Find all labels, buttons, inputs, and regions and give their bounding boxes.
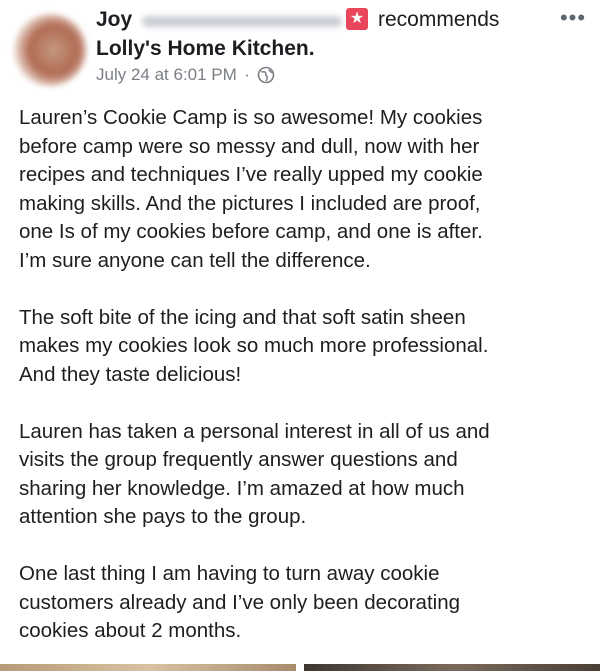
recommendation-post: Joy ★ recommends ••• Lolly's Home Kitche… [0, 0, 600, 671]
author-avatar[interactable] [14, 14, 86, 86]
globe-icon[interactable] [257, 66, 275, 84]
post-body: Lauren’s Cookie Camp is so awesome! My c… [19, 104, 589, 646]
post-timestamp[interactable]: July 24 at 6:01 PM [96, 65, 237, 84]
attached-photo-before[interactable] [0, 664, 296, 671]
author-name[interactable]: Joy [96, 6, 132, 34]
page-name-link[interactable]: Lolly's Home Kitchen. [96, 36, 315, 62]
post-paragraph: The soft bite of the icing and that soft… [19, 305, 489, 386]
post-header: Joy ★ recommends ••• Lolly's Home Kitche… [0, 0, 600, 95]
post-paragraph: Lauren’s Cookie Camp is so awesome! My c… [19, 106, 483, 272]
attached-photo-after[interactable] [304, 664, 600, 671]
recommends-label: recommends [378, 8, 500, 31]
meta-separator: · [244, 65, 250, 84]
post-meta: July 24 at 6:01 PM · [96, 64, 275, 86]
star-icon: ★ [346, 8, 368, 30]
more-options-icon[interactable]: ••• [556, 7, 590, 29]
redacted-surname [142, 16, 342, 27]
author-name-row: Joy ★ recommends [96, 6, 536, 34]
post-paragraph: Lauren has taken a personal interest in … [19, 419, 490, 529]
post-paragraph: One last thing I am having to turn away … [19, 562, 461, 642]
